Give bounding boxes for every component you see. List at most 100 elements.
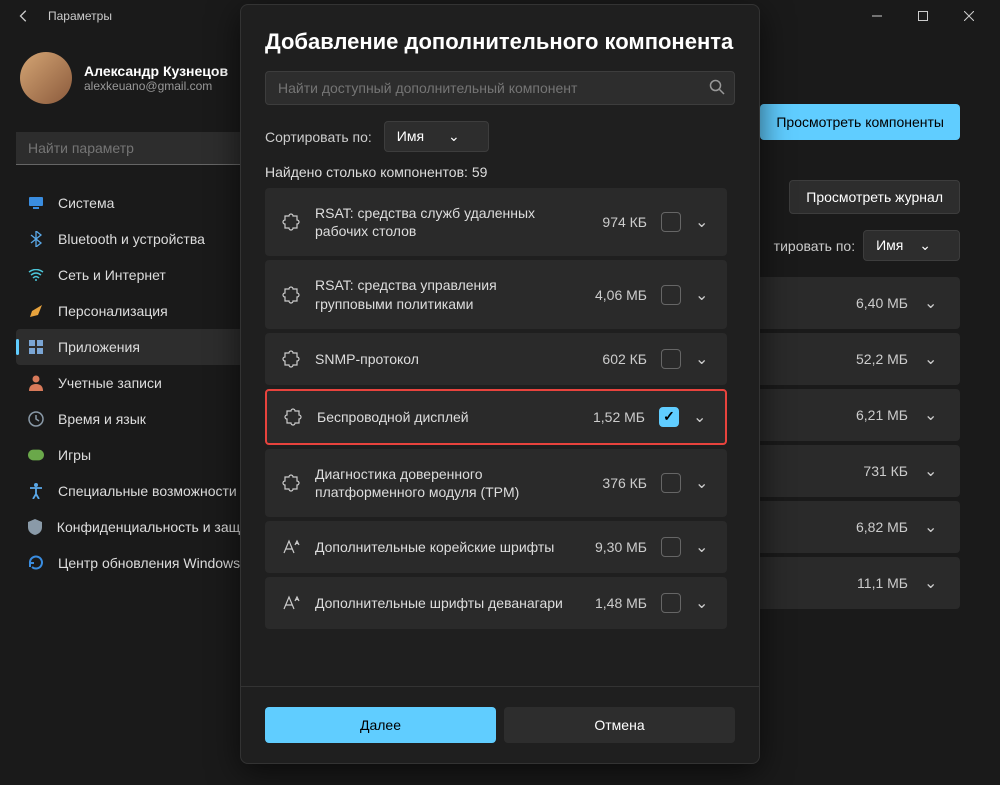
nav-label: Система [58, 195, 114, 211]
font-icon [281, 593, 301, 613]
sort-select[interactable]: Имя ⌄ [863, 230, 960, 261]
feature-checkbox[interactable] [661, 349, 681, 369]
back-button[interactable] [8, 0, 40, 32]
nav-item-bluetooth[interactable]: Bluetooth и устройства [16, 221, 274, 257]
nav-item-accessibility[interactable]: Специальные возможности [16, 473, 274, 509]
nav-item-shield[interactable]: Конфиденциальность и защита [16, 509, 274, 545]
chevron-down-icon[interactable]: ⌄ [693, 407, 709, 427]
feature-checkbox[interactable] [661, 537, 681, 557]
profile-email: alexkeuano@gmail.com [84, 79, 228, 93]
feature-size: 1,52 МБ [581, 409, 645, 425]
feature-name: Диагностика доверенного платформенного м… [315, 465, 569, 501]
nav-item-wifi[interactable]: Сеть и Интернет [16, 257, 274, 293]
puzzle-icon [281, 349, 301, 369]
feature-item[interactable]: Диагностика доверенного платформенного м… [265, 449, 727, 517]
chevron-down-icon[interactable]: ⌄ [695, 473, 711, 493]
chevron-down-icon[interactable]: ⌄ [695, 593, 711, 613]
maximize-button[interactable] [900, 0, 946, 32]
nav-item-clock[interactable]: Время и язык [16, 401, 274, 437]
view-components-button[interactable]: Просмотреть компоненты [760, 104, 960, 140]
puzzle-icon [281, 285, 301, 305]
game-icon [28, 447, 44, 463]
next-button[interactable]: Далее [265, 707, 496, 743]
close-button[interactable] [946, 0, 992, 32]
nav-label: Приложения [58, 339, 140, 355]
chevron-down-icon: ⌄ [924, 461, 940, 481]
apps-icon [28, 339, 44, 355]
font-icon [281, 537, 301, 557]
dialog-sort-select[interactable]: Имя ⌄ [384, 121, 489, 152]
feature-size: 52,2 МБ [856, 351, 908, 367]
nav-item-user[interactable]: Учетные записи [16, 365, 274, 401]
feature-size: 6,40 МБ [856, 295, 908, 311]
profile[interactable]: Александр Кузнецов alexkeuano@gmail.com [16, 48, 274, 108]
feature-checkbox[interactable] [659, 407, 679, 427]
feature-item[interactable]: Беспроводной дисплей 1,52 МБ ⌄ [265, 389, 727, 445]
nav-item-apps[interactable]: Приложения [16, 329, 274, 365]
profile-name: Александр Кузнецов [84, 63, 228, 79]
nav-item-game[interactable]: Игры [16, 437, 274, 473]
feature-checkbox[interactable] [661, 285, 681, 305]
bluetooth-icon [28, 231, 44, 247]
clock-icon [28, 411, 44, 427]
feature-name: SNMP-протокол [315, 350, 569, 368]
add-feature-dialog: Добавление дополнительного компонента Со… [240, 4, 760, 764]
chevron-down-icon: ⌄ [924, 573, 940, 593]
nav-label: Центр обновления Windows [58, 555, 240, 571]
shield-icon [28, 519, 43, 535]
feature-size: 376 КБ [583, 475, 647, 491]
feature-size: 602 КБ [583, 351, 647, 367]
dialog-title: Добавление дополнительного компонента [265, 29, 735, 55]
user-icon [28, 375, 44, 391]
nav-label: Время и язык [58, 411, 146, 427]
sidebar-search[interactable] [16, 132, 274, 165]
nav-label: Игры [58, 447, 91, 463]
feature-item[interactable]: RSAT: средства служб удаленных рабочих с… [265, 188, 727, 256]
feature-item[interactable]: RSAT: средства управления групповыми пол… [265, 260, 727, 328]
search-icon [709, 79, 725, 100]
feature-item[interactable]: SNMP-протокол 602 КБ ⌄ [265, 333, 727, 385]
feature-checkbox[interactable] [661, 593, 681, 613]
feature-size: 4,06 МБ [583, 287, 647, 303]
nav-label: Персонализация [58, 303, 168, 319]
feature-name: Беспроводной дисплей [317, 408, 567, 426]
cancel-button[interactable]: Отмена [504, 707, 735, 743]
feature-size: 9,30 МБ [583, 539, 647, 555]
chevron-down-icon: ⌄ [924, 405, 940, 425]
nav-item-monitor[interactable]: Система [16, 185, 274, 221]
feature-item[interactable]: Дополнительные корейские шрифты 9,30 МБ … [265, 521, 727, 573]
chevron-down-icon: ⌄ [924, 293, 940, 313]
nav-item-brush[interactable]: Персонализация [16, 293, 274, 329]
chevron-down-icon[interactable]: ⌄ [695, 349, 711, 369]
sort-label: тировать по: [774, 238, 855, 254]
nav-label: Bluetooth и устройства [58, 231, 205, 247]
chevron-down-icon[interactable]: ⌄ [695, 285, 711, 305]
feature-checkbox[interactable] [661, 473, 681, 493]
nav-item-update[interactable]: Центр обновления Windows [16, 545, 274, 581]
chevron-down-icon[interactable]: ⌄ [695, 212, 711, 232]
chevron-down-icon[interactable]: ⌄ [695, 537, 711, 557]
dialog-search-input[interactable] [265, 71, 735, 105]
monitor-icon [28, 195, 44, 211]
wifi-icon [28, 267, 44, 283]
feature-name: RSAT: средства служб удаленных рабочих с… [315, 204, 569, 240]
feature-size: 731 КБ [863, 463, 908, 479]
update-icon [28, 555, 44, 571]
brush-icon [28, 303, 44, 319]
feature-size: 6,21 МБ [856, 407, 908, 423]
feature-checkbox[interactable] [661, 212, 681, 232]
puzzle-icon [283, 407, 303, 427]
nav-label: Специальные возможности [58, 483, 237, 499]
minimize-button[interactable] [854, 0, 900, 32]
accessibility-icon [28, 483, 44, 499]
feature-name: Дополнительные шрифты деванагари [315, 594, 569, 612]
view-log-button[interactable]: Просмотреть журнал [789, 180, 960, 214]
feature-name: RSAT: средства управления групповыми пол… [315, 276, 569, 312]
nav-label: Учетные записи [58, 375, 162, 391]
feature-size: 6,82 МБ [856, 519, 908, 535]
nav-label: Сеть и Интернет [58, 267, 166, 283]
avatar [20, 52, 72, 104]
feature-item[interactable]: Дополнительные шрифты деванагари 1,48 МБ… [265, 577, 727, 629]
feature-size: 974 КБ [583, 214, 647, 230]
feature-size: 1,48 МБ [583, 595, 647, 611]
